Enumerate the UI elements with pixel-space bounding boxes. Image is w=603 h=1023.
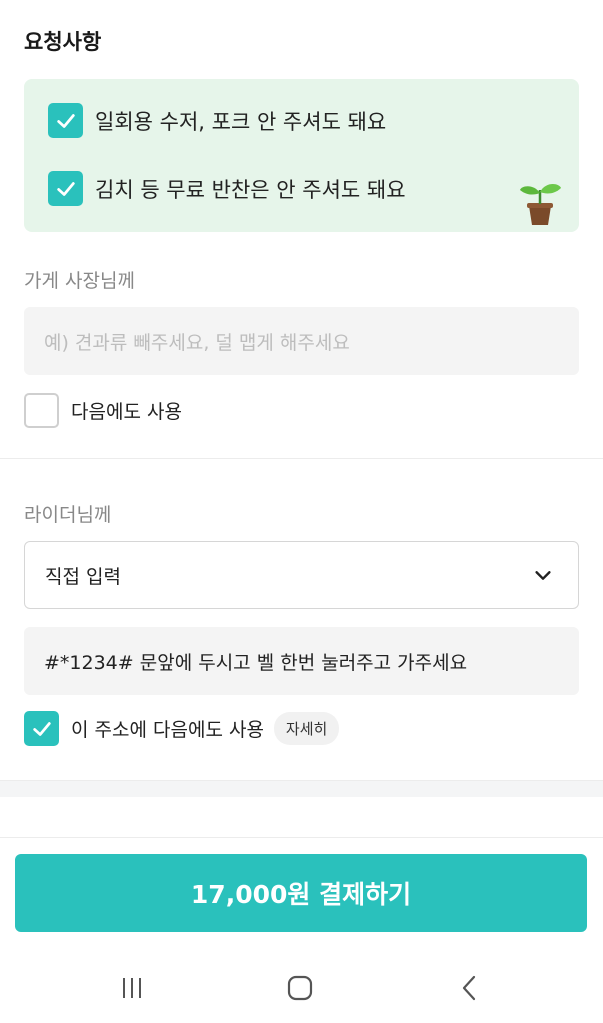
recent-apps-button[interactable] xyxy=(112,968,152,1008)
store-reuse-checkbox[interactable] xyxy=(24,393,59,428)
check-icon xyxy=(56,181,75,196)
detail-chip[interactable]: 자세히 xyxy=(273,712,340,745)
store-reuse-option[interactable]: 다음에도 사용 xyxy=(24,393,182,428)
back-icon xyxy=(462,975,476,1001)
store-reuse-label: 다음에도 사용 xyxy=(71,401,182,423)
check-icon xyxy=(56,113,75,128)
chevron-down-icon xyxy=(535,571,551,580)
side-dishes-label: 김치 등 무료 반찬은 안 주셔도 돼요 xyxy=(95,177,406,202)
rider-reuse-checkbox[interactable] xyxy=(24,711,59,746)
home-button[interactable] xyxy=(280,968,320,1008)
section-title: 요청사항 xyxy=(24,30,102,54)
store-request-input[interactable]: 예) 견과류 빼주세요, 덜 맵게 해주세요 xyxy=(24,307,579,375)
side-dishes-checkbox[interactable] xyxy=(48,171,83,206)
rider-request-label: 라이더님께 xyxy=(24,504,112,526)
home-icon xyxy=(287,975,313,1001)
recent-apps-icon xyxy=(123,978,141,998)
eco-option-side-dishes[interactable]: 김치 등 무료 반찬은 안 주셔도 돼요 xyxy=(48,171,406,206)
rider-select-value: 직접 입력 xyxy=(45,565,121,588)
utensils-label: 일회용 수저, 포크 안 주셔도 돼요 xyxy=(95,109,387,134)
check-icon xyxy=(32,721,51,736)
rider-request-select[interactable]: 직접 입력 xyxy=(24,541,579,609)
store-request-label: 가게 사장님께 xyxy=(24,270,135,292)
divider xyxy=(0,837,603,838)
rider-reuse-label: 이 주소에 다음에도 사용 xyxy=(71,719,264,741)
section-gap xyxy=(0,781,603,797)
rider-reuse-option[interactable]: 이 주소에 다음에도 사용 자세히 xyxy=(24,711,340,746)
divider xyxy=(0,458,603,459)
order-request-page: 요청사항 일회용 수저, 포크 안 주셔도 돼요 김치 등 무료 반찬은 안 주… xyxy=(0,0,603,1023)
eco-options-box: 일회용 수저, 포크 안 주셔도 돼요 김치 등 무료 반찬은 안 주셔도 돼요 xyxy=(24,79,579,232)
plant-icon xyxy=(520,183,561,225)
back-button[interactable] xyxy=(450,968,490,1008)
pay-button[interactable]: 17,000원 결제하기 xyxy=(15,854,587,932)
rider-message-input[interactable]: #*1234# 문앞에 두시고 벨 한번 눌러주고 가주세요 xyxy=(24,627,579,695)
eco-option-utensils[interactable]: 일회용 수저, 포크 안 주셔도 돼요 xyxy=(48,103,386,138)
utensils-checkbox[interactable] xyxy=(48,103,83,138)
system-nav-bar xyxy=(0,950,603,1023)
